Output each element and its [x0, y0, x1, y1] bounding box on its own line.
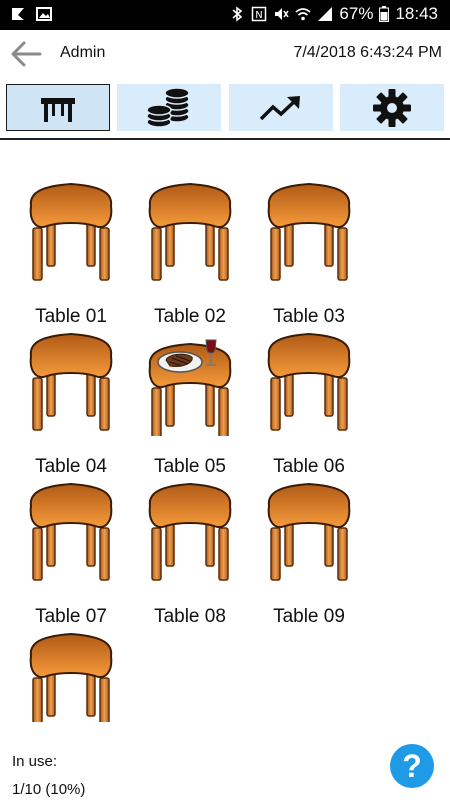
table-item[interactable]: Table 04	[12, 328, 130, 478]
coins-icon	[146, 86, 190, 128]
tab-statistics[interactable]	[229, 84, 333, 131]
table-icon	[41, 97, 75, 122]
table-item[interactable]: Table 09	[250, 478, 368, 628]
table-graphic-icon	[267, 483, 351, 581]
table-graphic-icon	[267, 333, 351, 431]
table-label: Table 05	[154, 456, 226, 477]
user-name: Admin	[60, 44, 106, 61]
trend-icon	[259, 95, 300, 120]
table-item[interactable]: Table 02	[131, 178, 249, 328]
table-label: Table 09	[273, 606, 345, 627]
tab-coins[interactable]	[117, 84, 221, 131]
notification-icon	[12, 8, 24, 20]
status-bar: N 67% 18:43	[0, 0, 450, 30]
table-label: Table 06	[273, 456, 345, 477]
tab-settings[interactable]	[340, 84, 444, 131]
in-use-value: 1/10 (10%)	[12, 781, 86, 798]
table-graphic-icon	[29, 333, 113, 431]
signal-icon	[318, 7, 333, 21]
in-use-label: In use:	[12, 753, 58, 770]
help-button[interactable]: ?	[390, 744, 434, 788]
table-label: Table 01	[35, 306, 107, 327]
nfc-icon: N	[252, 6, 267, 22]
gear-icon	[373, 88, 411, 127]
status-right: N 67% 18:43	[229, 4, 438, 24]
status-left	[10, 6, 52, 22]
table-label: Table 07	[35, 606, 107, 627]
table-item[interactable]: Table 07	[12, 478, 130, 628]
bluetooth-icon	[232, 6, 243, 22]
battery-percent: 67%	[339, 4, 374, 23]
svg-text:N: N	[256, 10, 263, 21]
mute-icon	[275, 8, 290, 20]
table-item[interactable]: Table 01	[12, 178, 130, 328]
table-item[interactable]: Table 10	[12, 628, 130, 722]
tables-grid: Table 01 Table 02 Table 03 Table 04 Table 05…	[0, 140, 450, 722]
tab-tables[interactable]	[6, 84, 110, 131]
wifi-icon	[295, 8, 311, 21]
table-label: Table 04	[35, 456, 107, 477]
table-item[interactable]: Table 05	[131, 328, 249, 478]
battery-icon	[379, 6, 390, 22]
app-header: Admin 7/4/2018 6:43:24 PM	[0, 30, 450, 78]
clock: 18:43	[395, 4, 438, 23]
table-item[interactable]: Table 08	[131, 478, 249, 628]
table-graphic-icon	[148, 483, 232, 581]
table-graphic-icon	[29, 183, 113, 281]
help-icon: ?	[402, 747, 422, 784]
table-graphic-icon	[29, 633, 113, 722]
table-item[interactable]: Table 06	[250, 328, 368, 478]
table-graphic-icon	[29, 483, 113, 581]
current-datetime: 7/4/2018 6:43:24 PM	[293, 44, 442, 61]
table-label: Table 08	[154, 606, 226, 627]
table-graphic-icon	[267, 183, 351, 281]
main-toolbar	[0, 82, 450, 134]
table-graphic-icon	[148, 183, 232, 281]
table-item[interactable]: Table 03	[250, 178, 368, 328]
gallery-icon	[36, 7, 52, 21]
table-graphic-icon	[148, 339, 232, 436]
back-arrow-icon[interactable]	[10, 40, 42, 68]
table-label: Table 03	[273, 306, 345, 327]
